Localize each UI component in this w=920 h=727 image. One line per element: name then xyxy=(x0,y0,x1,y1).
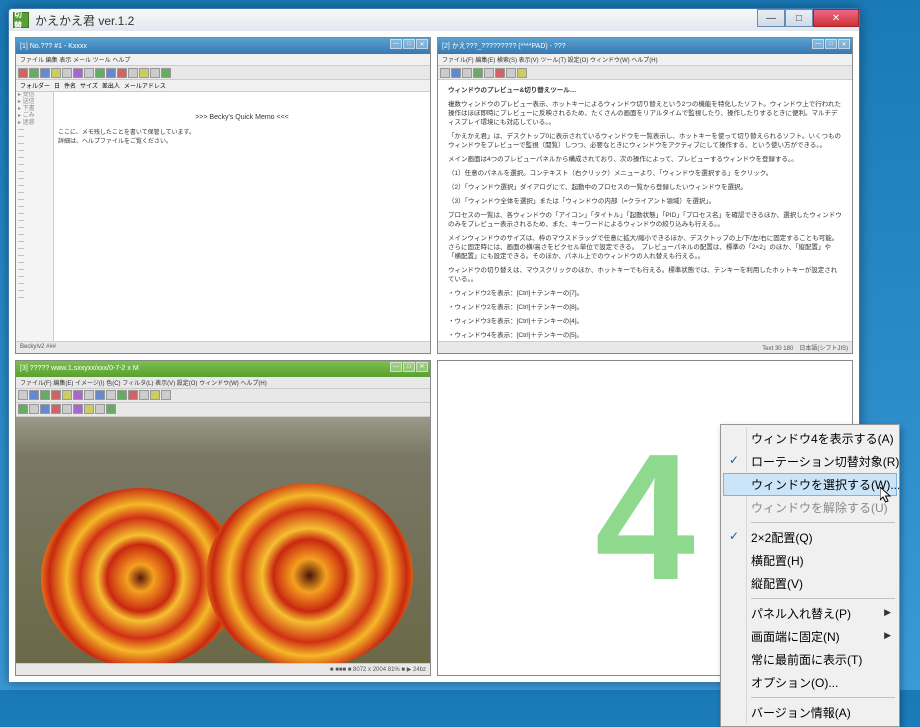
panel-2-paragraph: ・ウィンドウ3を表示：[Ctrl]＋テンキーの[4]。 xyxy=(448,317,842,326)
panel-1-titlebar: [1] No.??? #1 - Kxxxx —□✕ xyxy=(16,38,430,54)
preview-panel-3[interactable]: [3] ????? www.1.sxxyxx/xxx/0-7-2 x M —□✕… xyxy=(15,360,431,677)
panel-1-toolbar xyxy=(16,66,430,80)
context-menu-label: 横配置(H) xyxy=(751,554,804,568)
panel-2-menubar: ファイル(F) 編集(E) 検索(S) 表示(V) ツール(T) 設定(O) ウ… xyxy=(438,54,852,66)
context-menu: ウィンドウ4を表示する(A) ✓ ローテーション切替対象(R) ウィンドウを選択する(… xyxy=(720,424,900,727)
submenu-arrow-icon: ▶ xyxy=(884,630,891,641)
context-menu-label: 画面端に固定(N) xyxy=(751,630,840,644)
panel-2-paragraph: プロセスの一覧は、各ウィンドウの「アイコン」「タイトル」「起動状態」「PID」「… xyxy=(448,211,842,229)
panel-2-paragraph: （3）「ウィンドウ全体を選択」または「ウィンドウの内部（=クライアント領域）を選… xyxy=(448,197,842,206)
context-menu-item[interactable]: バージョン情報(A) xyxy=(723,701,897,724)
panel-2-statusbar: Text 30 180 日本語(シフトJIS) xyxy=(438,341,852,353)
panel-1-body: ▸ 受信▸ 送信▸ 下書▸ ごみ▸ 迷惑――――――――――――――――――――… xyxy=(16,92,430,354)
check-icon: ✓ xyxy=(729,453,743,467)
panel-2-paragraph: メイン画面は4つのプレビューパネルから構成されており、次の操作によって、プレビュ… xyxy=(448,155,842,164)
check-icon: ✓ xyxy=(729,529,743,543)
panel-1-menubar: ファイル 編集 表示 メール ツール ヘルプ xyxy=(16,54,430,66)
panel-2-paragraph: （1）任意のパネルを選択。コンテキスト（右クリック）メニューより、「ウィンドウを… xyxy=(448,169,842,178)
panel-2-window-buttons: —□✕ xyxy=(812,39,850,49)
panel-3-toolbar-2 xyxy=(16,403,430,417)
panel-3-toolbar-1 xyxy=(16,389,430,403)
context-menu-label: ローテーション切替対象(R) xyxy=(751,455,899,469)
context-menu-item[interactable]: ✓ 2×2配置(Q) xyxy=(723,526,897,549)
context-menu-label: 縦配置(V) xyxy=(751,577,803,591)
close-button[interactable]: ✕ xyxy=(813,9,859,27)
context-menu-item[interactable]: 画面端に固定(N) ▶ xyxy=(723,625,897,648)
context-menu-item[interactable]: ✓ ローテーション切替対象(R) xyxy=(723,450,897,473)
panel-2-paragraph: ・ウィンドウ2を表示：[Ctrl]＋テンキーの[8]。 xyxy=(448,303,842,312)
panel-2-paragraph: ・ウィンドウ2を表示：[Ctrl]＋テンキーの[7]。 xyxy=(448,289,842,298)
submenu-arrow-icon: ▶ xyxy=(884,607,891,618)
context-menu-label: 常に最前面に表示(T) xyxy=(751,653,862,667)
window-title: かえかえ君 ver.1.2 xyxy=(35,12,134,29)
panel-1-window-buttons: —□✕ xyxy=(390,39,428,49)
quick-memo-title: >>> Becky's Quick Memo <<< xyxy=(58,114,426,121)
panel-2-text-content: ウィンドウのプレビュー&切り替えツール… 複数ウィンドウのプレビュー表示、ホット… xyxy=(438,80,852,353)
panel-3-titlebar: [3] ????? www.1.sxxyxx/xxx/0-7-2 x M —□✕ xyxy=(16,361,430,377)
panel-1-column-headers: フォルダー日件名サイズ差出人メールアドレス xyxy=(16,80,430,92)
panel-2-paragraph: 複数ウィンドウのプレビュー表示、ホットキーによるウィンドウ切り替えという2つの機… xyxy=(448,100,842,127)
panel-3-title-text: [3] ????? www.1.sxxyxx/xxx/0-7-2 x M xyxy=(20,365,139,372)
titlebar[interactable]: 切替 かえかえ君 ver.1.2 — □ ✕ xyxy=(9,9,859,31)
context-menu-separator xyxy=(751,522,895,523)
panel-2-paragraph: メインウィンドウのサイズは、枠のマウスドラッグで任意に拡大/縮小できるほか、デス… xyxy=(448,234,842,261)
context-menu-label: 2×2配置(Q) xyxy=(751,531,813,545)
preview-panel-1[interactable]: [1] No.??? #1 - Kxxxx —□✕ ファイル 編集 表示 メール… xyxy=(15,37,431,354)
context-menu-item: ウィンドウを解除する(U) xyxy=(723,496,897,519)
panel-1-statusbar: Becky!v2 ### xyxy=(16,341,430,353)
flower-image-right xyxy=(206,483,413,668)
context-menu-label: ウィンドウを解除する(U) xyxy=(751,501,888,515)
panel-4-placeholder-digit: 4 xyxy=(595,414,695,621)
panel-2-paragraph: （2）「ウィンドウ選択」ダイアログにて、起動中のプロセスの一覧から登録したいウィ… xyxy=(448,183,842,192)
panel-1-content: >>> Becky's Quick Memo <<< ここに、メモ残したことを書… xyxy=(54,92,430,354)
panel-3-menubar: ファイル(F) 編集(E) イメージ(I) 色(C) フィルタ(L) 表示(V)… xyxy=(16,377,430,389)
context-menu-item[interactable]: ウィンドウを選択する(W)... xyxy=(723,473,897,496)
context-menu-item[interactable]: 常に最前面に表示(T) xyxy=(723,648,897,671)
panel-2-toolbar xyxy=(438,66,852,80)
panel-2-paragraph: ウィンドウの切り替えは、マウスクリックのほか、ホットキーでも行える。標準状態では… xyxy=(448,266,842,284)
preview-panel-2[interactable]: [2] かえ???_????????? (****PAD) - ??? —□✕ … xyxy=(437,37,853,354)
context-menu-label: バージョン情報(A) xyxy=(751,706,851,720)
context-menu-label: ウィンドウ4を表示する(A) xyxy=(751,432,894,446)
quick-memo-text: ここに、メモ残したことを書いて保管しています。 詳細は、ヘルプファイルをご覧くだ… xyxy=(58,127,426,145)
context-menu-label: ウィンドウを選択する(W)... xyxy=(751,478,900,492)
maximize-button[interactable]: □ xyxy=(785,9,813,27)
app-icon: 切替 xyxy=(13,12,29,28)
context-menu-item[interactable]: ウィンドウ4を表示する(A) xyxy=(723,427,897,450)
panel-2-titlebar: [2] かえ???_????????? (****PAD) - ??? —□✕ xyxy=(438,38,852,54)
panel-3-statusbar: ■ ■■■ ■ 8072 x 2004 81% ■ ▶ 24bz xyxy=(16,663,430,675)
panel-2-title-text: [2] かえ???_????????? (****PAD) - ??? xyxy=(442,41,566,51)
panel-2-paragraph: ・ウィンドウ4を表示：[Ctrl]＋テンキーの[5]。 xyxy=(448,331,842,340)
cursor-icon xyxy=(880,487,894,505)
panel-1-title-text: [1] No.??? #1 - Kxxxx xyxy=(20,43,87,50)
window-buttons: — □ ✕ xyxy=(757,9,859,27)
panel-2-paragraph: 「かえかえ君」は、デスクトップ0に表示されているウィンドウを一覧表示し、ホットキ… xyxy=(448,132,842,150)
context-menu-item[interactable]: パネル入れ替え(P) ▶ xyxy=(723,602,897,625)
panel-3-image xyxy=(16,417,430,674)
minimize-button[interactable]: — xyxy=(757,9,785,27)
context-menu-item[interactable]: 縦配置(V) xyxy=(723,572,897,595)
context-menu-separator xyxy=(751,598,895,599)
panel-3-window-buttons: —□✕ xyxy=(390,362,428,372)
panel-1-folder-tree: ▸ 受信▸ 送信▸ 下書▸ ごみ▸ 迷惑――――――――――――――――――――… xyxy=(16,92,54,354)
context-menu-label: オプション(O)... xyxy=(751,676,838,690)
context-menu-separator xyxy=(751,697,895,698)
context-menu-item[interactable]: オプション(O)... xyxy=(723,671,897,694)
panel-2-heading: ウィンドウのプレビュー&切り替えツール… xyxy=(448,86,842,95)
context-menu-item[interactable]: 横配置(H) xyxy=(723,549,897,572)
context-menu-label: パネル入れ替え(P) xyxy=(751,607,851,621)
